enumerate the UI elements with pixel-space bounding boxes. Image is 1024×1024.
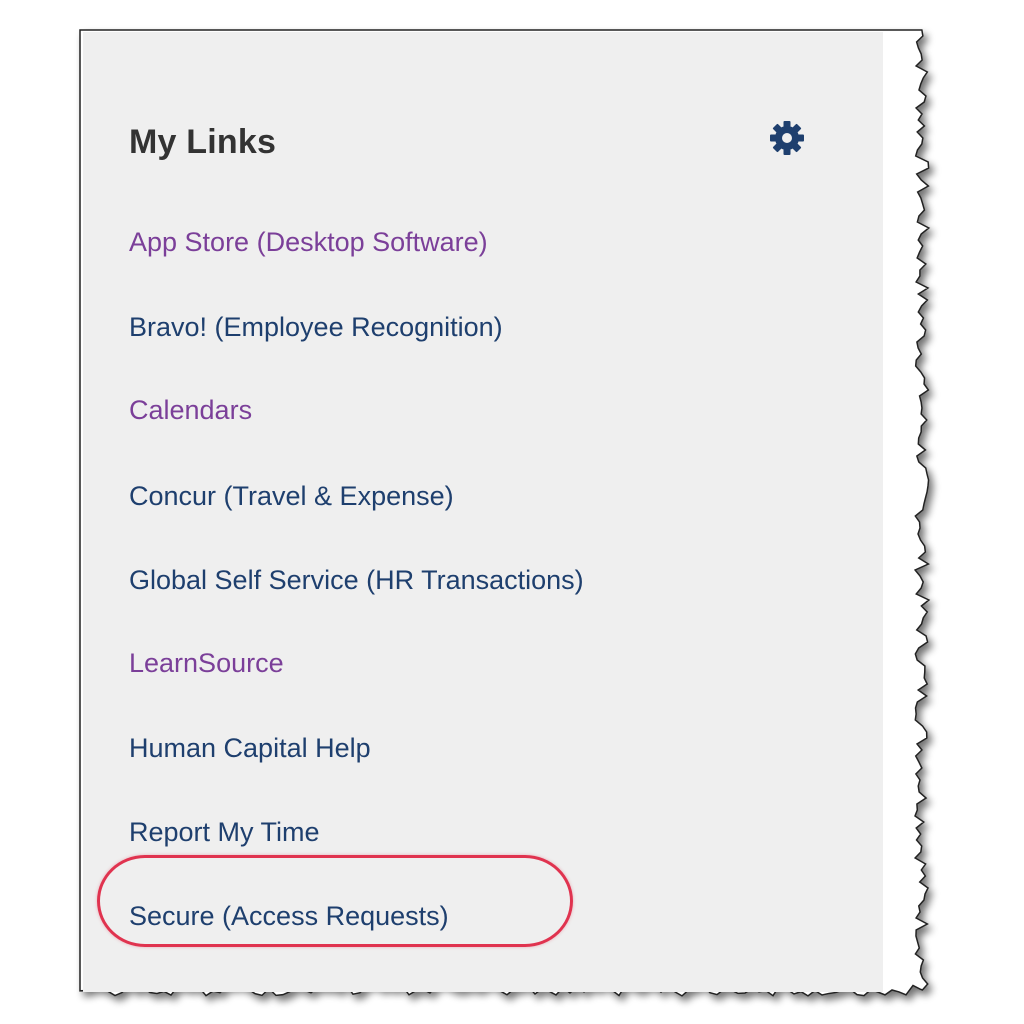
link-bravo-employee-recognition[interactable]: Bravo! (Employee Recognition) bbox=[129, 312, 503, 342]
link-human-capital-help[interactable]: Human Capital Help bbox=[129, 733, 371, 763]
link-item: Global Self Service (HR Transactions) bbox=[129, 565, 584, 596]
link-item: Report My Time bbox=[129, 817, 320, 848]
link-item: Concur (Travel & Expense) bbox=[129, 481, 454, 512]
my-links-panel: My Links App Store (Desktop Software) Bra… bbox=[82, 30, 882, 1024]
link-item: Bravo! (Employee Recognition) bbox=[129, 312, 503, 343]
link-global-self-service-hr-transactions[interactable]: Global Self Service (HR Transactions) bbox=[129, 565, 584, 595]
link-concur-travel-expense[interactable]: Concur (Travel & Expense) bbox=[129, 481, 454, 511]
link-calendars[interactable]: Calendars bbox=[129, 395, 252, 425]
link-report-my-time[interactable]: Report My Time bbox=[129, 817, 320, 847]
link-item: LearnSource bbox=[129, 648, 284, 679]
panel-title: My Links bbox=[129, 123, 277, 161]
settings-button[interactable] bbox=[767, 118, 807, 158]
link-app-store-desktop-software[interactable]: App Store (Desktop Software) bbox=[129, 227, 488, 257]
screenshot-stage: My Links App Store (Desktop Software) Bra… bbox=[0, 0, 1024, 1024]
link-item: App Store (Desktop Software) bbox=[129, 227, 488, 258]
link-learnsource[interactable]: LearnSource bbox=[129, 648, 284, 678]
link-secure-access-requests[interactable]: Secure (Access Requests) bbox=[129, 901, 449, 931]
gear-icon bbox=[770, 121, 804, 155]
link-item: Secure (Access Requests) bbox=[129, 901, 449, 932]
link-item: Calendars bbox=[129, 395, 252, 426]
link-item: Human Capital Help bbox=[129, 733, 371, 764]
